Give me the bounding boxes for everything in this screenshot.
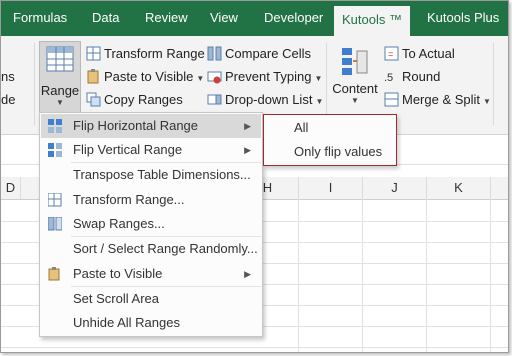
ribbon-separator: [34, 43, 35, 125]
menu-item-sort-select-range-randomly[interactable]: Sort / Select Range Randomly...: [41, 237, 261, 261]
menu-item-unhide-all-ranges[interactable]: Unhide All Ranges: [41, 311, 261, 335]
tab-review[interactable]: Review: [145, 1, 188, 36]
menu-item-flip-vertical-range[interactable]: Flip Vertical Range ▶: [41, 138, 261, 162]
transform-range-icon: [86, 46, 101, 61]
menu-item-set-scroll-area[interactable]: Set Scroll Area: [41, 287, 261, 311]
tab-kutools-plus[interactable]: Kutools Plus: [427, 1, 499, 36]
grid-line: [298, 199, 299, 352]
ribbon-partial-label-1: ns: [1, 69, 15, 84]
content-label: Content: [332, 81, 378, 96]
flip-horizontal-icon: [48, 119, 62, 133]
paste-to-visible-button[interactable]: Paste to Visible ▼: [104, 69, 204, 84]
column-header-i[interactable]: I: [299, 177, 363, 199]
tab-view[interactable]: View: [210, 1, 238, 36]
chevron-right-icon: ▶: [244, 269, 251, 279]
transform-range-icon: [48, 193, 62, 207]
tab-developer[interactable]: Developer: [264, 1, 323, 36]
grid-line: [426, 199, 427, 352]
svg-text:.5: .5: [384, 72, 393, 84]
to-actual-icon: =: [384, 46, 399, 61]
menu-item-flip-horizontal-range[interactable]: Flip Horizontal Range ▶: [41, 114, 261, 138]
chevron-down-icon: ▼: [196, 74, 205, 83]
column-header-k[interactable]: K: [427, 177, 491, 199]
prevent-typing-icon: [207, 71, 222, 84]
svg-text:=: =: [388, 49, 393, 59]
copy-ranges-button[interactable]: Copy Ranges: [104, 92, 183, 107]
menu-item-transpose-table-dimensions[interactable]: Transpose Table Dimensions...: [41, 163, 261, 187]
menu-item-paste-to-visible[interactable]: Paste to Visible ▶: [41, 262, 261, 286]
copy-ranges-icon: [86, 92, 101, 107]
excel-window: Formulas Data Review View Developer Kuto…: [0, 0, 509, 353]
grid-line: [1, 347, 508, 348]
dropdown-list-button[interactable]: Drop-down List ▼: [225, 92, 323, 107]
chevron-down-icon: ▼: [315, 97, 324, 106]
flip-horizontal-submenu: All Only flip values: [263, 114, 397, 166]
content-button[interactable]: Content ▼: [331, 43, 379, 113]
merge-split-button[interactable]: Merge & Split ▼: [402, 92, 491, 107]
dropdown-list-icon: [207, 94, 222, 105]
ribbon-separator: [493, 43, 494, 125]
compare-cells-icon: [207, 46, 222, 61]
ribbon-partial-label-2: de: [1, 92, 16, 107]
grid-line: [362, 199, 363, 352]
round-button[interactable]: Round: [402, 69, 440, 84]
prevent-typing-button[interactable]: Prevent Typing ▼: [225, 69, 322, 84]
ribbon-separator: [326, 43, 327, 125]
range-button-label: Range: [40, 83, 80, 98]
to-actual-button[interactable]: To Actual: [402, 46, 455, 61]
menu-item-swap-ranges[interactable]: Swap Ranges...: [41, 212, 261, 236]
round-icon: .5: [384, 72, 393, 84]
content-icon: [342, 48, 368, 75]
paste-icon: [48, 267, 60, 281]
column-header-j[interactable]: J: [363, 177, 427, 199]
chevron-down-icon: ▼: [351, 96, 359, 105]
range-dropdown-menu: Flip Horizontal Range ▶ Flip Vertical Ran…: [39, 112, 263, 337]
chevron-down-icon: ▼: [314, 74, 323, 83]
submenu-item-only-flip-values[interactable]: Only flip values: [264, 140, 396, 164]
paste-icon: [87, 69, 99, 84]
tab-data[interactable]: Data: [92, 1, 119, 36]
chevron-right-icon: ▶: [244, 145, 251, 155]
ribbon-tab-bar: Formulas Data Review View Developer Kuto…: [1, 1, 508, 36]
chevron-right-icon: ▶: [244, 121, 251, 131]
tab-formulas[interactable]: Formulas: [13, 1, 67, 36]
tab-kutools[interactable]: Kutools ™: [334, 6, 410, 36]
menu-item-transform-range[interactable]: Transform Range...: [41, 188, 261, 212]
transform-range-button[interactable]: Transform Range: [104, 46, 205, 61]
range-grid-icon: [46, 46, 74, 72]
range-button[interactable]: Range ▼: [39, 41, 81, 113]
compare-cells-button[interactable]: Compare Cells: [225, 46, 311, 61]
submenu-item-all[interactable]: All: [264, 116, 396, 140]
flip-vertical-icon: [48, 143, 62, 157]
swap-ranges-icon: [48, 217, 62, 231]
column-header-d[interactable]: D: [1, 177, 21, 199]
chevron-down-icon: ▼: [483, 97, 491, 106]
chevron-down-icon: ▼: [56, 98, 64, 107]
grid-line: [490, 199, 491, 352]
merge-split-icon: [384, 92, 399, 107]
